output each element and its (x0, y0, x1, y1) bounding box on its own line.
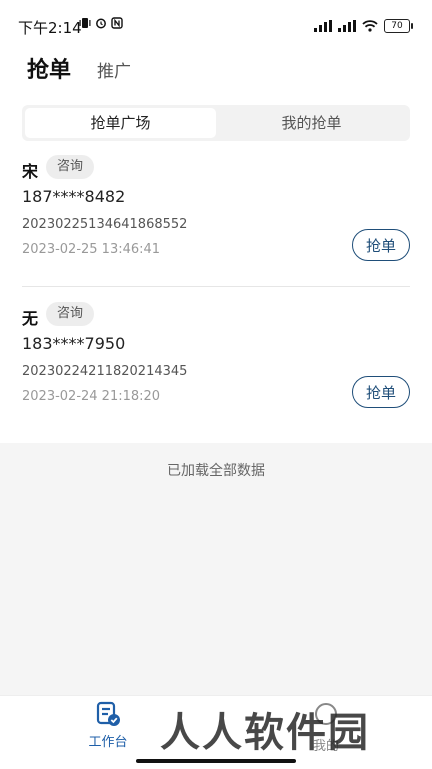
home-indicator (136, 759, 296, 763)
tab-promotion[interactable]: 推广 (97, 57, 131, 84)
nfc-icon (111, 17, 123, 29)
order-card: 宋 咨询 187****8482 20230225134641868552 20… (22, 155, 410, 288)
workbench-icon (96, 701, 120, 726)
nav-item-workbench[interactable]: 工作台 (84, 701, 132, 750)
customer-name: 无 (22, 309, 39, 328)
alarm-icon (96, 18, 106, 29)
list-background (0, 443, 432, 695)
grab-order-button[interactable]: 抢单 (352, 376, 410, 408)
order-type-badge: 咨询 (46, 155, 95, 179)
status-bar: 下午2:14 70 (0, 0, 432, 52)
segment-my-orders[interactable]: 我的抢单 (216, 108, 407, 138)
signal-2-icon (338, 20, 356, 32)
header-tabs: 抢单 推广 (27, 52, 131, 84)
order-time: 2023-02-25 13:46:41 (22, 242, 161, 257)
customer-phone: 183****7950 (22, 334, 126, 353)
customer-phone: 187****8482 (22, 187, 126, 206)
customer-name: 宋 (22, 162, 39, 181)
card-divider (22, 286, 410, 287)
order-time: 2023-02-24 21:18:20 (22, 389, 161, 404)
status-time: 下午2:14 (18, 19, 82, 37)
signal-icon (314, 20, 332, 32)
order-segment-control: 抢单广场 我的抢单 (22, 105, 410, 141)
status-right: 70 (314, 19, 413, 33)
segment-order-plaza[interactable]: 抢单广场 (25, 108, 216, 138)
status-left-icons (79, 17, 123, 29)
order-number: 20230225134641868552 (22, 217, 188, 232)
order-number: 20230224211820214345 (22, 364, 188, 379)
list-end-message: 已加载全部数据 (167, 463, 265, 479)
watermark: 人人软件园 (160, 710, 370, 756)
battery-indicator: 70 (384, 19, 413, 33)
grab-order-button[interactable]: 抢单 (352, 229, 410, 261)
order-card: 无 咨询 183****7950 20230224211820214345 20… (22, 302, 410, 435)
order-type-badge: 咨询 (46, 302, 95, 326)
tab-grab-order[interactable]: 抢单 (27, 52, 71, 84)
vibrate-icon (79, 18, 91, 28)
wifi-icon (362, 20, 378, 32)
nav-workbench-label: 工作台 (88, 735, 128, 750)
